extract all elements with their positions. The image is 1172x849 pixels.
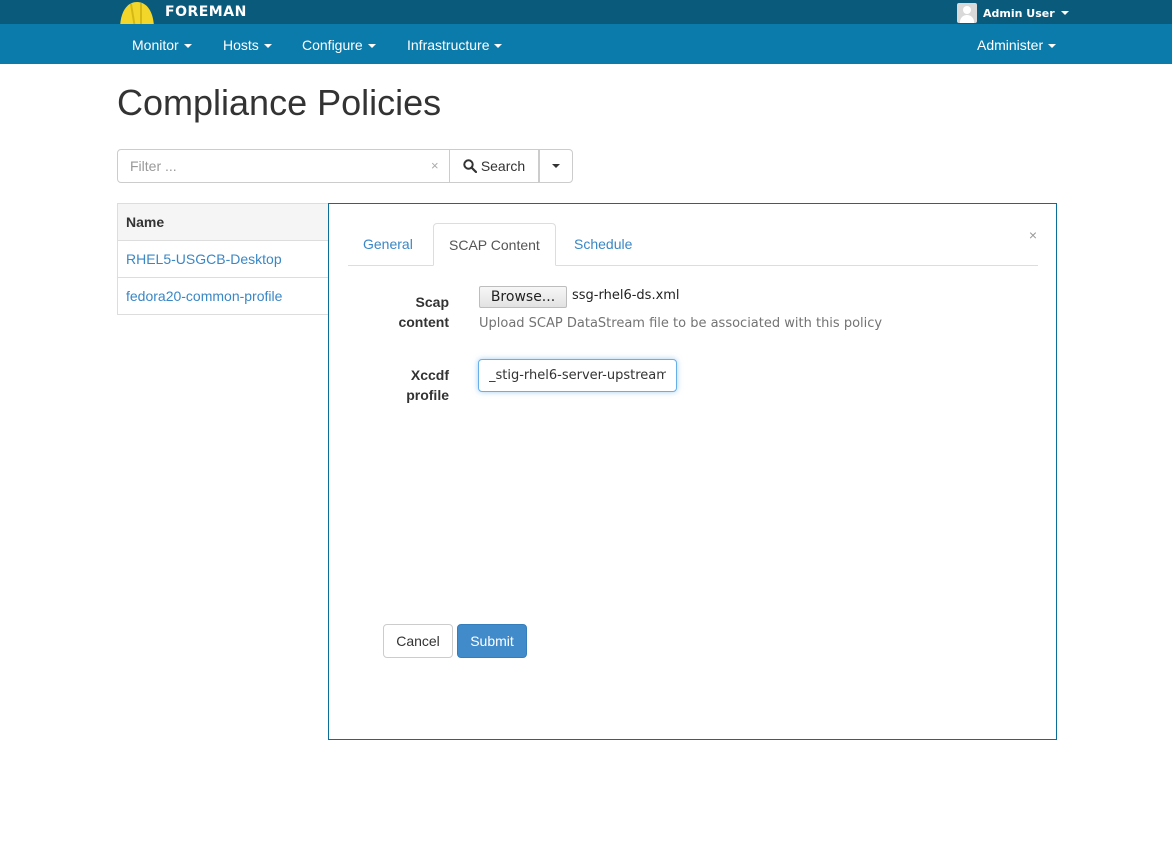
user-name: Admin User: [983, 6, 1055, 20]
search-button[interactable]: Search: [450, 149, 539, 183]
brand-name[interactable]: FOREMAN: [165, 4, 247, 20]
chevron-down-icon: [367, 44, 376, 49]
scap-help-text: Upload SCAP DataStream file to be associ…: [479, 316, 883, 331]
browse-button[interactable]: Browse...: [479, 286, 567, 308]
submit-button[interactable]: Submit: [457, 624, 527, 658]
tab-schedule[interactable]: Schedule: [559, 223, 647, 266]
clear-icon[interactable]: ×: [431, 158, 439, 173]
policy-edit-modal: × General SCAP Content Schedule Scap con…: [328, 203, 1057, 740]
search-bar: × Search: [117, 149, 573, 183]
nav-infrastructure[interactable]: Infrastructure: [407, 24, 503, 64]
selected-file-name: ssg-rhel6-ds.xml: [572, 288, 680, 303]
chevron-down-icon: [494, 44, 503, 49]
main-navbar: Monitor Hosts Configure Infrastructure A…: [0, 24, 1172, 64]
xccdf-profile-label: Xccdf profile: [406, 367, 449, 403]
cancel-button[interactable]: Cancel: [383, 624, 453, 658]
chevron-down-icon: [183, 44, 192, 49]
filter-input[interactable]: [117, 149, 450, 183]
chevron-down-icon: [263, 44, 272, 49]
nav-administer[interactable]: Administer: [977, 24, 1057, 64]
scap-content-label: Scap content: [398, 294, 449, 330]
chevron-down-icon: [1048, 44, 1057, 49]
policy-link[interactable]: RHEL5-USGCB-Desktop: [126, 251, 282, 267]
search-dropdown-toggle[interactable]: [539, 149, 573, 183]
avatar: [957, 3, 977, 23]
tab-general[interactable]: General: [348, 223, 428, 266]
user-menu[interactable]: Admin User: [957, 3, 1069, 23]
policies-table: Name RHEL5-USGCB-Desktop fedora20-common…: [117, 203, 329, 315]
policy-link[interactable]: fedora20-common-profile: [126, 288, 282, 304]
tab-scap-content[interactable]: SCAP Content: [433, 223, 556, 266]
table-row: RHEL5-USGCB-Desktop: [117, 240, 329, 278]
chevron-down-icon: [552, 164, 560, 168]
search-icon: [463, 159, 477, 173]
column-header-name[interactable]: Name: [117, 203, 329, 241]
nav-hosts[interactable]: Hosts: [223, 24, 272, 64]
page-title: Compliance Policies: [117, 82, 442, 123]
chevron-down-icon: [1060, 11, 1069, 15]
xccdf-profile-input[interactable]: [478, 359, 677, 392]
table-row: fedora20-common-profile: [117, 277, 329, 315]
modal-tabs: General SCAP Content Schedule: [348, 223, 1038, 266]
nav-monitor[interactable]: Monitor: [132, 24, 192, 64]
nav-configure[interactable]: Configure: [302, 24, 376, 64]
